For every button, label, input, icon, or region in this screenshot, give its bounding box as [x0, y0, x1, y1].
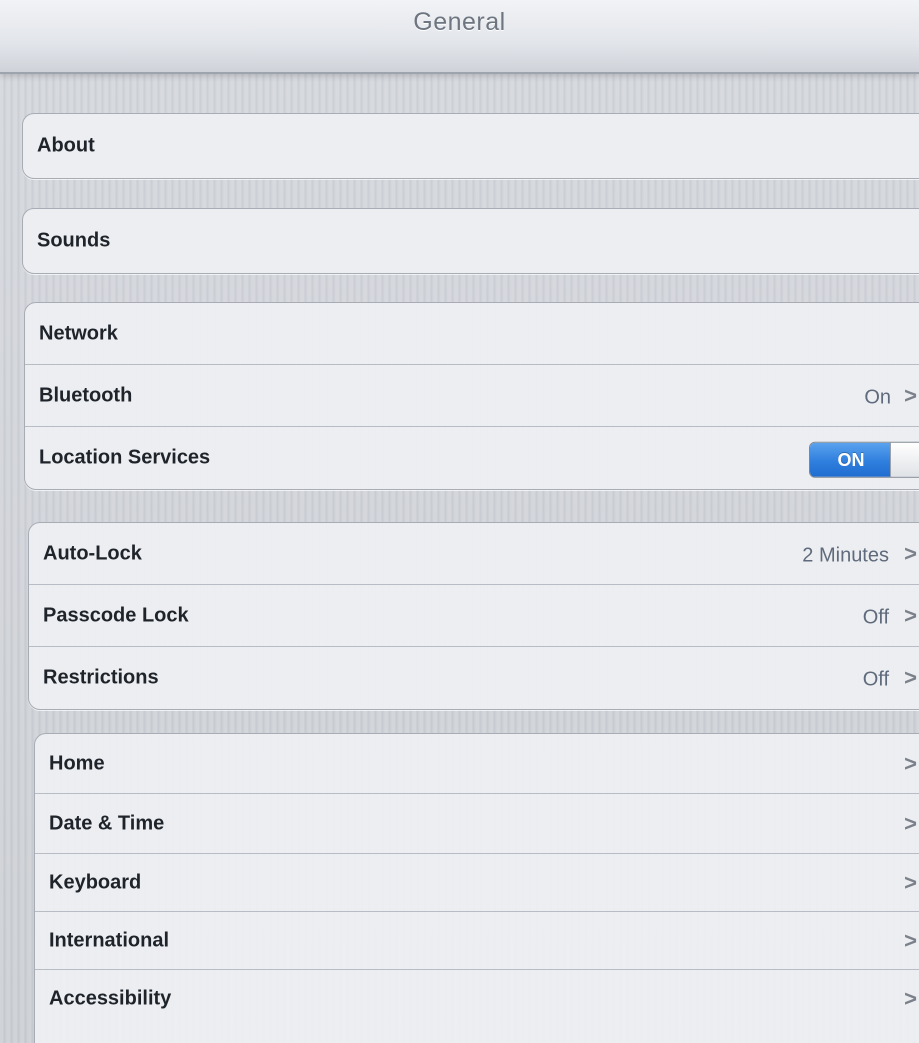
chevron-right-icon: >	[904, 602, 917, 628]
chevron-right-icon: >	[904, 382, 917, 408]
settings-row-keyboard[interactable]: Keyboard >	[35, 854, 919, 912]
settings-group-about: About >	[22, 113, 919, 179]
row-value: 2 Minutes	[802, 543, 889, 566]
row-label: Date & Time	[49, 812, 165, 834]
row-label: Keyboard	[49, 871, 142, 893]
settings-row-network[interactable]: Network >	[25, 303, 919, 365]
row-label: Home	[49, 752, 105, 774]
row-label: International	[49, 929, 170, 951]
settings-row-passcode-lock[interactable]: Passcode Lock Off >	[29, 585, 919, 647]
settings-row-date-time[interactable]: Date & Time >	[35, 794, 919, 854]
chevron-right-icon: >	[904, 869, 917, 895]
row-value: Off	[862, 605, 889, 628]
settings-group-sounds: Sounds >	[22, 208, 919, 274]
row-label: Restrictions	[43, 666, 159, 689]
chevron-right-icon: >	[904, 810, 917, 836]
settings-group-security: Auto-Lock 2 Minutes > Passcode Lock Off …	[28, 522, 919, 710]
page-title: General	[413, 8, 506, 36]
chevron-right-icon: >	[904, 540, 917, 566]
settings-group-system: Home > Date & Time > Keyboard > Internat…	[34, 733, 919, 1043]
row-value: On	[864, 385, 891, 408]
settings-row-restrictions[interactable]: Restrictions Off >	[29, 647, 919, 709]
row-label: Network	[39, 322, 118, 344]
toggle-on-label: ON	[810, 442, 892, 477]
row-label: Passcode Lock	[43, 604, 189, 626]
chevron-right-icon: >	[904, 927, 917, 953]
row-label: Location Services	[39, 446, 211, 469]
settings-row-accessibility[interactable]: Accessibility >	[35, 970, 919, 1028]
toggle-knob	[890, 442, 919, 477]
row-label: Accessibility	[49, 987, 172, 1010]
settings-row-international[interactable]: International >	[35, 912, 919, 970]
chevron-right-icon: >	[904, 750, 917, 776]
settings-row-bluetooth[interactable]: Bluetooth On >	[25, 365, 919, 427]
chevron-right-icon: >	[904, 986, 917, 1011]
settings-group-connectivity: Network > Bluetooth On > Location Servic…	[24, 302, 919, 490]
row-label: About	[37, 134, 95, 157]
location-services-toggle[interactable]: ON	[809, 441, 919, 478]
chevron-right-icon: >	[904, 665, 917, 690]
settings-row-auto-lock[interactable]: Auto-Lock 2 Minutes >	[29, 523, 919, 585]
navigation-bar: General	[0, 0, 919, 74]
settings-row-home[interactable]: Home >	[35, 734, 919, 794]
row-label: Sounds	[37, 229, 111, 252]
row-label: Auto-Lock	[43, 542, 142, 564]
settings-row-about[interactable]: About >	[23, 114, 919, 178]
row-value: Off	[862, 668, 889, 691]
settings-screen: General About > Sounds > Network > Bluet…	[0, 0, 919, 1043]
row-label: Bluetooth	[39, 384, 133, 406]
settings-row-location-services: Location Services ON	[25, 427, 919, 489]
settings-row-sounds[interactable]: Sounds >	[23, 209, 919, 273]
